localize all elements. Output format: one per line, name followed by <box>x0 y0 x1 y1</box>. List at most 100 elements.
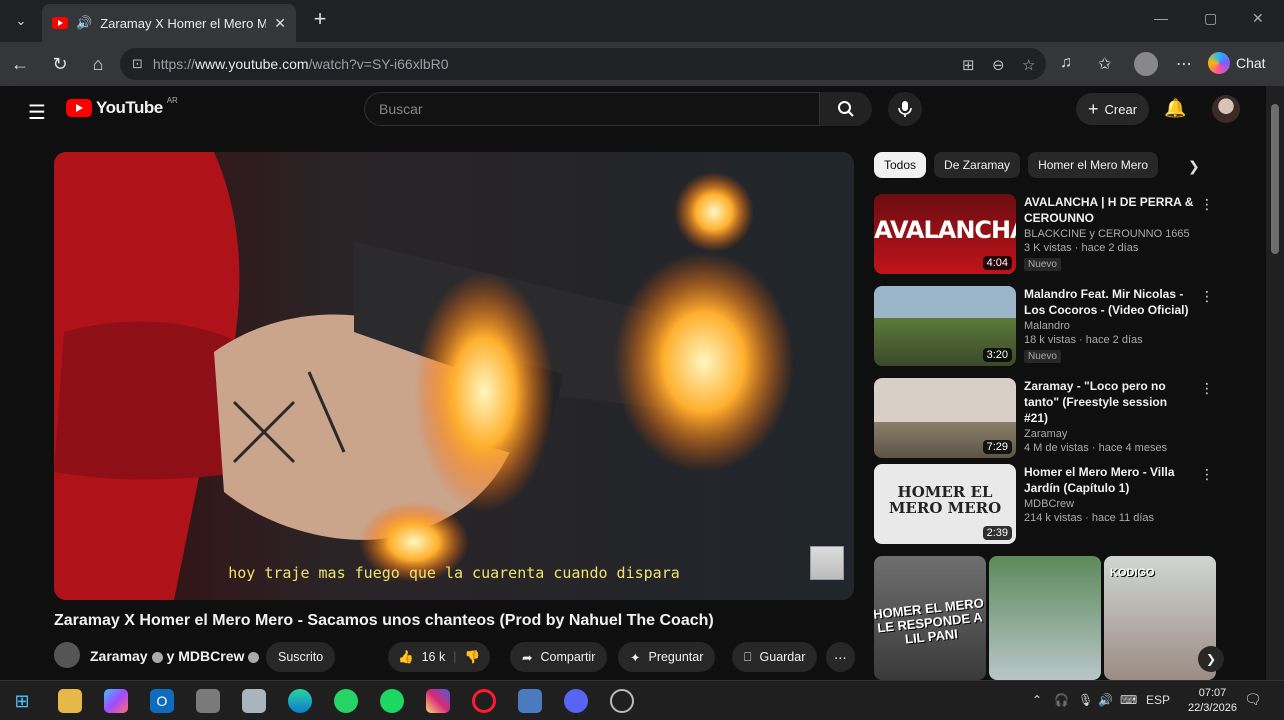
recommendation-title: Zaramay - "Loco pero no tanto" (Freestyl… <box>1024 379 1168 425</box>
shorts-next-button[interactable]: ❯ <box>1198 646 1224 672</box>
notepad-icon[interactable] <box>242 689 266 713</box>
app-icon[interactable] <box>196 689 220 713</box>
subscribed-button[interactable]: Suscrito <box>266 642 336 672</box>
tray-chevron-icon[interactable]: ⌃ <box>1032 693 1042 707</box>
menu-hamburger-icon[interactable]: ☰ <box>28 100 46 125</box>
browser-tab-active[interactable]: 🔊 Zaramay X Homer el Mero Me ✕ <box>42 4 296 42</box>
input-language[interactable]: ESP <box>1146 693 1170 707</box>
opera-icon[interactable] <box>472 689 496 713</box>
create-button[interactable]: + Crear <box>1076 93 1150 125</box>
file-explorer-icon[interactable] <box>58 689 82 713</box>
network-icon[interactable]: ⌨ <box>1120 693 1137 707</box>
tab-actions-chevron-icon[interactable]: ⌄ <box>6 6 36 36</box>
recommendation-item[interactable]: AVALANCHA 4:04 AVALANCHA | H DE PERRA & … <box>874 194 1214 280</box>
more-options-icon[interactable]: ⋯ <box>1176 54 1192 74</box>
zoom-icon[interactable]: ⊖ <box>992 56 1005 74</box>
recommendation-thumbnail[interactable]: HOMER EL MERO MERO 2:39 <box>874 464 1016 544</box>
recommendation-meta: 4 M de vistas · hace 4 meses <box>1024 442 1168 454</box>
app-circle-icon[interactable] <box>610 689 634 713</box>
recommendation-title: Homer el Mero Mero - Villa Jardín (Capít… <box>1024 465 1175 495</box>
logo-text: YouTube <box>96 98 163 117</box>
video-player[interactable]: hoy traje mas fuego que la cuarenta cuan… <box>54 152 854 600</box>
close-window-icon[interactable]: ✕ <box>1252 10 1264 27</box>
recommendation-thumbnail[interactable]: 7:29 <box>874 378 1016 458</box>
volume-icon[interactable]: 🔊 <box>1098 693 1113 707</box>
copilot-app-icon[interactable] <box>104 689 128 713</box>
channel-avatar[interactable] <box>54 642 80 668</box>
like-dislike-group: 👍 16 k | 👎 <box>388 642 491 672</box>
save-button[interactable]: ⎕ Guardar <box>732 642 818 672</box>
browser-profile-avatar[interactable] <box>1134 52 1158 76</box>
new-badge: Nuevo <box>1024 258 1061 271</box>
mic-tray-icon[interactable]: 🎙 <box>1078 693 1093 707</box>
duration-badge: 2:39 <box>982 526 1012 540</box>
kebab-menu-icon[interactable]: ⋮ <box>1200 380 1214 397</box>
favorite-star-icon[interactable]: ☆ <box>1022 56 1035 74</box>
short-caption: KODIGO <box>1110 567 1155 579</box>
maximize-icon[interactable]: ▢ <box>1204 10 1217 27</box>
short-item[interactable]: HOMER EL MERO LE RESPONDE A LIL PANI <box>874 556 986 680</box>
whatsapp-icon[interactable] <box>334 689 358 713</box>
voice-search-button[interactable] <box>888 92 922 126</box>
search-button[interactable] <box>820 92 872 126</box>
copilot-chat-button[interactable]: Chat <box>1208 52 1266 74</box>
speaker-icon[interactable]: 🔊 <box>76 15 92 31</box>
like-button[interactable]: 👍 16 k <box>398 650 445 665</box>
page-scrollbar[interactable] <box>1266 86 1284 680</box>
chip-de-zaramay[interactable]: De Zaramay <box>934 152 1021 178</box>
video-subtitle: hoy traje mas fuego que la cuarenta cuan… <box>228 564 680 582</box>
address-bar[interactable]: ⊡ https://www.youtube.com/watch?v=SY-i66… <box>120 48 1046 80</box>
notifications-icon[interactable]: 🗨 <box>1244 691 1262 708</box>
headset-icon[interactable]: 🎧 <box>1054 693 1069 707</box>
kebab-menu-icon[interactable]: ⋮ <box>1200 466 1214 483</box>
account-avatar[interactable] <box>1212 95 1240 123</box>
outlook-icon[interactable]: O <box>150 689 174 713</box>
spotify-icon[interactable] <box>380 689 404 713</box>
system-clock[interactable]: 07:07 22/3/2026 <box>1188 686 1237 716</box>
minimize-icon[interactable]: — <box>1154 10 1168 26</box>
miniplayer-thumbnail[interactable] <box>810 546 844 580</box>
scrollbar-thumb[interactable] <box>1271 104 1279 254</box>
app-window-icon[interactable] <box>518 689 542 713</box>
channel-names[interactable]: Zaramay y MDBCrew <box>90 648 263 664</box>
site-info-icon[interactable]: ⊡ <box>132 56 143 72</box>
verified-icon <box>151 651 163 663</box>
favorites-icon[interactable]: ✩ <box>1098 54 1111 74</box>
short-caption <box>989 596 1100 608</box>
notifications-bell-icon[interactable]: 🔔 <box>1164 98 1186 119</box>
discord-icon[interactable] <box>564 689 588 713</box>
instagram-icon[interactable] <box>426 689 450 713</box>
search-input[interactable]: Buscar <box>364 92 820 126</box>
youtube-logo[interactable]: YouTube AR <box>66 96 178 118</box>
dislike-button[interactable]: 👎 <box>464 650 480 665</box>
back-arrow-icon[interactable]: ← <box>8 52 32 76</box>
windows-taskbar: ⊞ O ⌃ 🎧 🎙 🔊 ⌨ ESP 07:07 22/3/2026 🗨 <box>0 680 1284 720</box>
recommendation-item[interactable]: 7:29 Zaramay - "Loco pero no tanto" (Fre… <box>874 378 1214 464</box>
video-title: Zaramay X Homer el Mero Mero - Sacamos u… <box>54 612 714 629</box>
share-button[interactable]: ➦ Compartir <box>510 642 608 672</box>
more-actions-button[interactable]: ⋯ <box>826 642 855 672</box>
chip-todos[interactable]: Todos <box>874 152 927 178</box>
kebab-menu-icon[interactable]: ⋮ <box>1200 196 1214 213</box>
new-tab-button[interactable]: + <box>308 8 332 32</box>
filter-chips: Todos De Zaramay Homer el Mero Mero <box>874 152 1159 178</box>
recommendation-item[interactable]: 3:20 Malandro Feat. Mir Nicolas - Los Co… <box>874 286 1214 372</box>
channel-name-zaramay[interactable]: Zaramay <box>90 648 148 664</box>
kebab-menu-icon[interactable]: ⋮ <box>1200 288 1214 305</box>
reload-icon[interactable]: ↻ <box>48 52 72 76</box>
windows-start-icon[interactable]: ⊞ <box>10 689 34 713</box>
recommendation-thumbnail[interactable]: 3:20 <box>874 286 1016 366</box>
channel-name-mdbcrew[interactable]: y MDBCrew <box>167 648 245 664</box>
home-icon[interactable]: ⌂ <box>86 52 110 76</box>
recommendation-thumbnail[interactable]: AVALANCHA 4:04 <box>874 194 1016 274</box>
apps-grid-icon[interactable]: ⊞ <box>962 56 975 74</box>
thumb-text: HOMER EL MERO MERO <box>888 483 1002 517</box>
ask-button[interactable]: ✦ Preguntar <box>618 642 716 672</box>
media-control-icon[interactable]: ♫ <box>1060 54 1072 72</box>
recommendation-item[interactable]: HOMER EL MERO MERO 2:39 Homer el Mero Me… <box>874 464 1214 550</box>
chips-next-icon[interactable]: ❯ <box>1188 158 1200 175</box>
short-item[interactable] <box>989 556 1101 680</box>
chip-homer[interactable]: Homer el Mero Mero <box>1028 152 1159 178</box>
close-tab-icon[interactable]: ✕ <box>274 15 286 32</box>
edge-icon[interactable] <box>288 689 312 713</box>
